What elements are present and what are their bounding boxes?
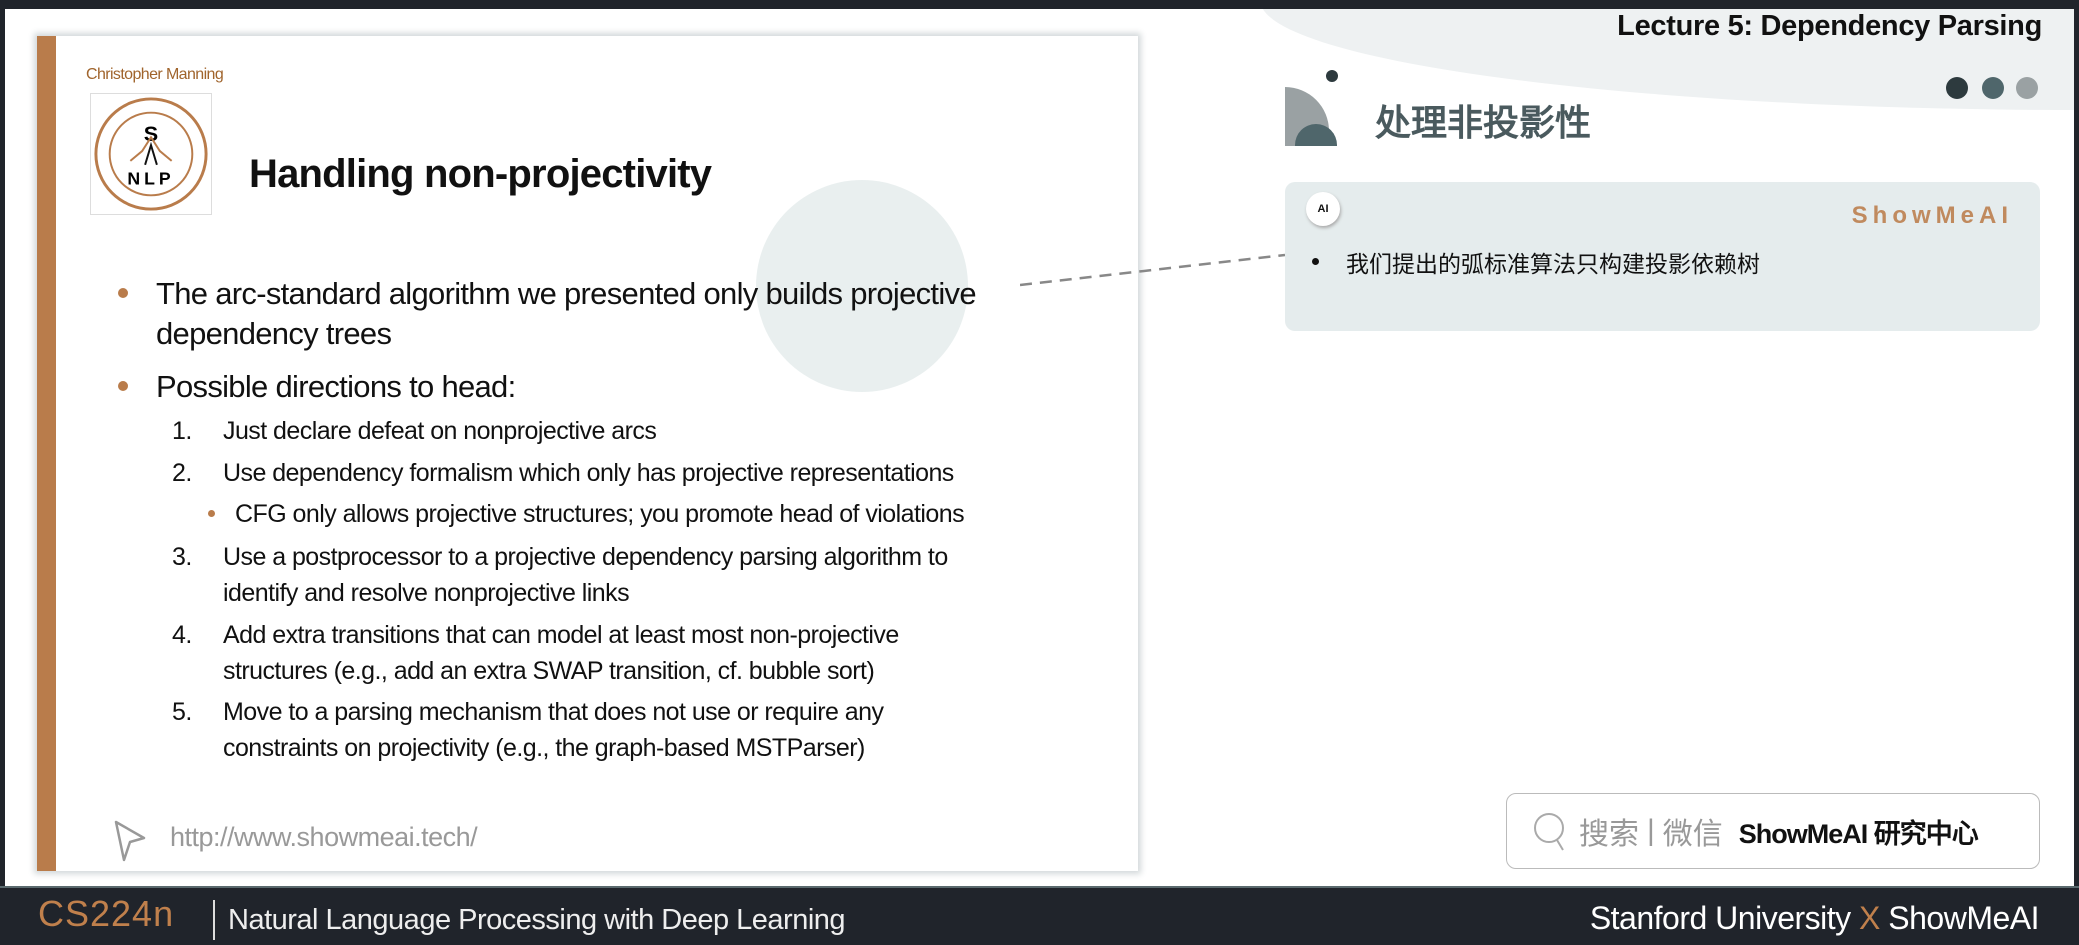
small-dot-decoration — [1326, 70, 1338, 82]
robot-icon-label: AI — [1317, 203, 1329, 215]
bullet-dot — [118, 288, 128, 298]
account-name: ShowMeAI 研究中心 — [1738, 818, 1979, 849]
connector-dashed-line — [1020, 253, 1285, 287]
credit-stanford: Stanford University — [1589, 900, 1851, 936]
item-2-sub-text: CFG only allows projective structures; y… — [235, 500, 965, 528]
bullet-1-line-1: The arc-standard algorithm we presented … — [156, 276, 977, 311]
cursor-icon — [114, 820, 146, 862]
search-icon — [1534, 813, 1564, 851]
item-1-number: 1. — [172, 417, 192, 445]
search-label: 搜索 — [1579, 818, 1639, 851]
bullet-dot — [1312, 258, 1319, 265]
item-5-number: 5. — [172, 698, 192, 726]
item-5-line-2: constraints on projectivity (e.g., the g… — [223, 734, 865, 762]
course-code: CS224n — [38, 893, 175, 934]
lecture-title: Lecture 5: Dependency Parsing — [1617, 10, 2042, 42]
item-3-line-2: identify and resolve nonprojective links — [223, 579, 630, 607]
right-border — [2074, 0, 2079, 945]
svg-text:NLP: NLP — [127, 168, 174, 188]
website-link[interactable]: http://www.showmeai.tech/ — [170, 822, 478, 853]
bullet-1-line-2: dependency trees — [156, 316, 392, 351]
item-2-text: Use dependency formalism which only has … — [223, 459, 954, 487]
footer-credit: Stanford University X ShowMeAI — [1589, 900, 2040, 937]
credit-x: X — [1859, 900, 1880, 936]
course-subtitle: Natural Language Processing with Deep Le… — [228, 904, 846, 936]
credit-showmeai: ShowMeAI — [1888, 900, 2039, 936]
dot-decoration — [1982, 77, 2004, 99]
item-2-number: 2. — [172, 459, 192, 487]
wechat-search-box[interactable]: 搜索 | 微信 ShowMeAI 研究中心 — [1506, 793, 2040, 869]
stanford-nlp-logo: S NLP — [90, 93, 212, 215]
left-border — [0, 0, 5, 945]
slide-title: Handling non-projectivity — [249, 152, 712, 196]
sub-bullet-dot — [208, 510, 215, 517]
item-1-text: Just declare defeat on nonprojective arc… — [223, 417, 657, 445]
wechat-label: 微信 — [1662, 818, 1723, 851]
bullet-dot — [118, 381, 128, 391]
slide-accent-bar — [37, 36, 56, 871]
dot-decoration — [2016, 77, 2038, 99]
item-3-number: 3. — [172, 543, 192, 571]
robot-icon: AI — [1306, 192, 1340, 226]
separator: | — [1647, 814, 1655, 847]
item-4-number: 4. — [172, 621, 192, 649]
item-4-line-2: structures (e.g., add an extra SWAP tran… — [223, 657, 875, 685]
dot-decoration — [1946, 77, 1968, 99]
panel-brand: ShowMeAI — [1851, 202, 2013, 229]
panel-bullet-text: 我们提出的弧标准算法只构建投影依赖树 — [1346, 251, 1760, 277]
top-border — [0, 0, 2079, 9]
author-name: Christopher Manning — [86, 66, 224, 83]
divider — [213, 900, 215, 940]
section-title-cn: 处理非投影性 — [1375, 102, 1592, 143]
bullet-2: Possible directions to head: — [156, 369, 516, 404]
